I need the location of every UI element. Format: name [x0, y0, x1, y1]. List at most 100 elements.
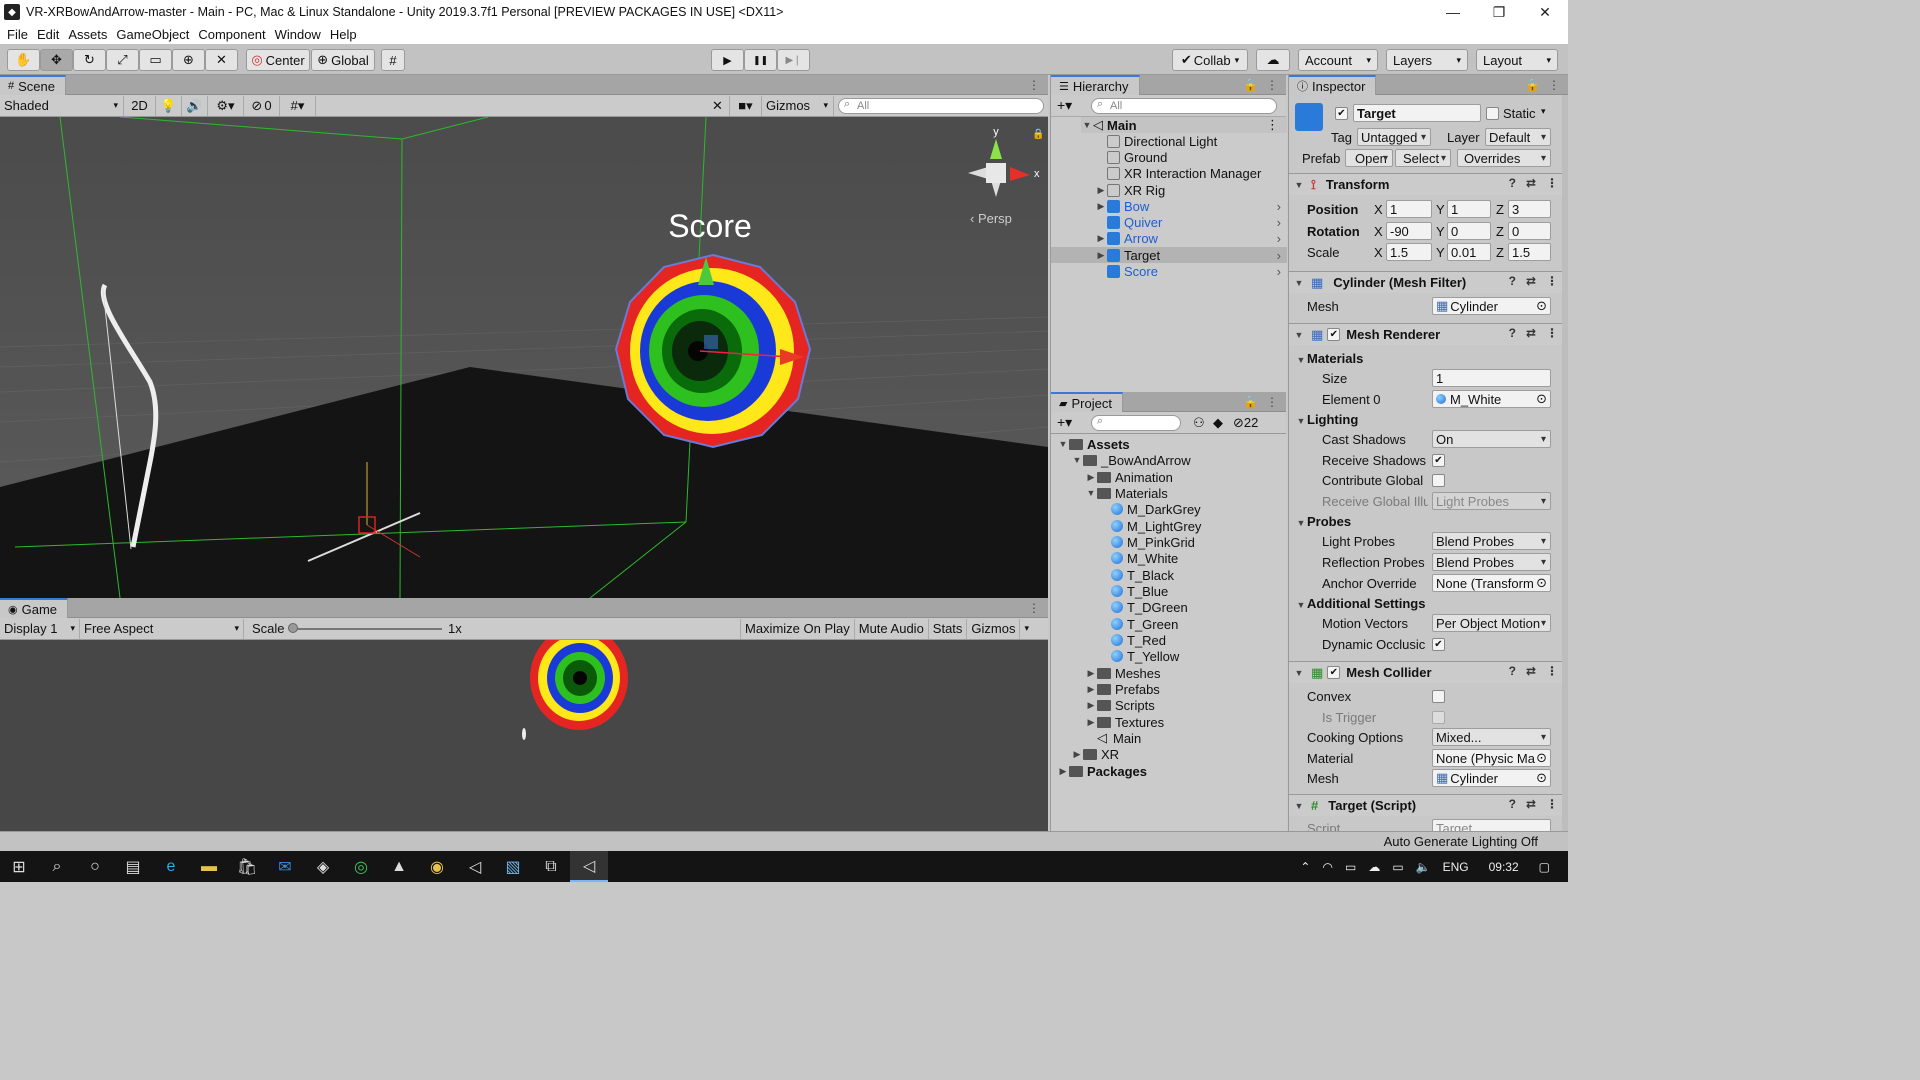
folder-item[interactable]: ▶ Animation — [1085, 469, 1173, 485]
cloud-tray-icon[interactable]: ☁ — [1368, 860, 1380, 874]
hierarchy-item[interactable]: Ground — [1095, 149, 1167, 165]
tray-chevron-icon[interactable]: ⌃ — [1300, 860, 1310, 874]
notifications-icon[interactable]: ▢ — [1539, 860, 1550, 874]
object-picker-icon[interactable]: ⊙ — [1536, 391, 1547, 407]
game-menu-icon[interactable]: ⋮ — [1028, 601, 1040, 615]
chrome-icon[interactable]: ◉ — [418, 851, 456, 882]
reflection-probes-dropdown[interactable]: Blend Probes — [1432, 553, 1551, 571]
component-menu-icon[interactable]: ⋮ — [1546, 797, 1558, 811]
unity-editor-active-icon[interactable]: ◁ — [570, 851, 608, 882]
preset-icon[interactable]: ⇄ — [1526, 664, 1536, 678]
grid-toggle-icon[interactable]: #▾ — [280, 95, 316, 116]
hierarchy-item[interactable]: Quiver › — [1095, 214, 1287, 230]
scene-menu-icon[interactable]: ⋮ — [1028, 78, 1040, 92]
folder-item[interactable]: ▶ Prefabs — [1085, 681, 1160, 697]
volume-icon[interactable]: 🔈 — [1416, 860, 1431, 874]
tab-game[interactable]: ◉ Game — [0, 598, 69, 618]
windows-start-icon[interactable]: ⊞ — [0, 851, 38, 882]
inspector-scrollbar[interactable] — [1562, 95, 1568, 831]
active-checkbox[interactable]: ✔ — [1335, 107, 1348, 120]
scale-slider[interactable]: Scale 1x — [244, 619, 740, 639]
hand-tool-icon[interactable]: ✋ — [7, 49, 40, 71]
materials-size-field[interactable]: 1 — [1432, 369, 1551, 387]
folder-item[interactable]: ▶ Scripts — [1085, 697, 1155, 713]
tab-scene[interactable]: # Scene — [0, 75, 66, 95]
play-button[interactable]: ▶ — [711, 49, 744, 71]
folder-item[interactable]: ▶ Meshes — [1085, 665, 1161, 681]
materials-foldout[interactable]: ▼ Materials — [1295, 351, 1364, 366]
object-picker-icon[interactable]: ⊙ — [1536, 298, 1547, 314]
probes-foldout[interactable]: ▼ Probes — [1295, 514, 1352, 529]
rect-tool-icon[interactable]: ▭ — [139, 49, 172, 71]
hierarchy-item[interactable]: Score › — [1095, 263, 1287, 279]
tab-inspector[interactable]: ⓘ Inspector — [1289, 75, 1377, 95]
object-picker-icon[interactable]: ⊙ — [1536, 770, 1547, 786]
object-picker-icon[interactable]: ⊙ — [1536, 750, 1547, 766]
component-menu-icon[interactable]: ⋮ — [1546, 326, 1558, 340]
static-dropdown[interactable]: Static — [1503, 106, 1536, 121]
wifi-icon[interactable]: ◠ — [1322, 860, 1332, 874]
tools-icon[interactable]: ✕ — [706, 95, 730, 116]
motion-vectors-dropdown[interactable]: Per Object Motion — [1432, 614, 1551, 632]
hidden-packages-toggle[interactable]: ⊘ 22 — [1233, 415, 1258, 431]
folder-bowandarrow[interactable]: ▼ _BowAndArrow — [1071, 452, 1191, 468]
lighting-status[interactable]: Auto Generate Lighting Off — [1384, 834, 1538, 849]
preset-icon[interactable]: ⇄ — [1526, 176, 1536, 190]
layers-dropdown[interactable]: Layers ▾ — [1386, 49, 1468, 71]
cortana-icon[interactable]: ○ — [76, 851, 114, 882]
folder-xr[interactable]: ▶ XR — [1071, 746, 1120, 762]
object-name-field[interactable]: Target — [1353, 104, 1481, 122]
additional-settings-foldout[interactable]: ▼ Additional Settings — [1295, 596, 1426, 611]
collab-dropdown[interactable]: ✔ Collab ▾ — [1172, 49, 1248, 71]
tab-hierarchy[interactable]: ☰ Hierarchy — [1051, 75, 1140, 95]
scene-menu-icon[interactable]: ⋮ — [1266, 117, 1279, 133]
app-icon[interactable]: ▧ — [494, 851, 532, 882]
hierarchy-item[interactable]: XR Interaction Manager — [1095, 165, 1261, 181]
folder-item[interactable]: ▶ Textures — [1085, 714, 1165, 730]
menu-window[interactable]: Window — [275, 27, 321, 42]
component-menu-icon[interactable]: ⋮ — [1546, 274, 1558, 288]
2d-toggle[interactable]: 2D — [124, 95, 156, 116]
component-menu-icon[interactable]: ⋮ — [1546, 664, 1558, 678]
material-item[interactable]: T_DGreen — [1111, 599, 1188, 615]
rotate-tool-icon[interactable]: ↻ — [73, 49, 106, 71]
position-z-field[interactable]: 3 — [1508, 200, 1551, 218]
cast-shadows-dropdown[interactable]: On — [1432, 430, 1551, 448]
static-checkbox[interactable] — [1486, 107, 1499, 120]
material-item[interactable]: M_DarkGrey — [1111, 501, 1201, 517]
tag-dropdown[interactable]: Untagged — [1357, 128, 1431, 146]
account-dropdown[interactable]: Account ▾ — [1298, 49, 1378, 71]
scene-asset-item[interactable]: ◁ Main — [1097, 730, 1141, 746]
vscode-icon[interactable]: ⧉ — [532, 851, 570, 882]
game-gizmos-dropdown-icon[interactable]: ▾ — [1020, 619, 1038, 639]
mail-icon[interactable]: ✉ — [266, 851, 304, 882]
transform-tool-icon[interactable]: ⊕ — [172, 49, 205, 71]
unity-hub-icon[interactable]: ▲ — [380, 851, 418, 882]
hierarchy-add-button[interactable]: +▾ — [1051, 97, 1091, 114]
language-indicator[interactable]: ENG — [1443, 860, 1469, 874]
menu-component[interactable]: Component — [198, 27, 265, 42]
menu-gameobject[interactable]: GameObject — [116, 27, 189, 42]
persp-label[interactable]: ‹ Persp — [970, 211, 1012, 226]
search-icon[interactable]: ⌕ — [38, 851, 76, 882]
collider-mesh-field[interactable]: ▦ Cylinder ⊙ — [1432, 769, 1551, 787]
dropbox-icon[interactable]: ◈ — [304, 851, 342, 882]
prefab-open-button[interactable]: Open — [1345, 149, 1393, 167]
game-viewport[interactable] — [0, 640, 1048, 831]
hierarchy-item[interactable]: ▶ Arrow › — [1095, 230, 1287, 246]
edge-icon[interactable]: e — [152, 851, 190, 882]
unity-icon[interactable]: ◁ — [456, 851, 494, 882]
hierarchy-scene-main[interactable]: ▼ ◁ Main ⋮ — [1081, 117, 1287, 133]
stats-toggle[interactable]: Stats — [929, 618, 968, 639]
position-x-field[interactable]: 1 — [1386, 200, 1432, 218]
move-tool-icon[interactable]: ✥ — [40, 49, 73, 71]
inspector-lock-icon[interactable]: 🔒 — [1525, 78, 1540, 92]
inspector-menu-icon[interactable]: ⋮ — [1548, 78, 1560, 92]
material-item[interactable]: T_Black — [1111, 567, 1174, 583]
audio-toggle-icon[interactable]: 🔊 — [182, 95, 208, 116]
project-menu-icon[interactable]: ⋮ — [1266, 395, 1278, 409]
help-icon[interactable]: ? — [1509, 797, 1516, 811]
menu-edit[interactable]: Edit — [37, 27, 59, 42]
dynamic-occlusion-checkbox[interactable]: ✔ — [1432, 638, 1445, 651]
object-picker-icon[interactable]: ⊙ — [1536, 575, 1547, 591]
